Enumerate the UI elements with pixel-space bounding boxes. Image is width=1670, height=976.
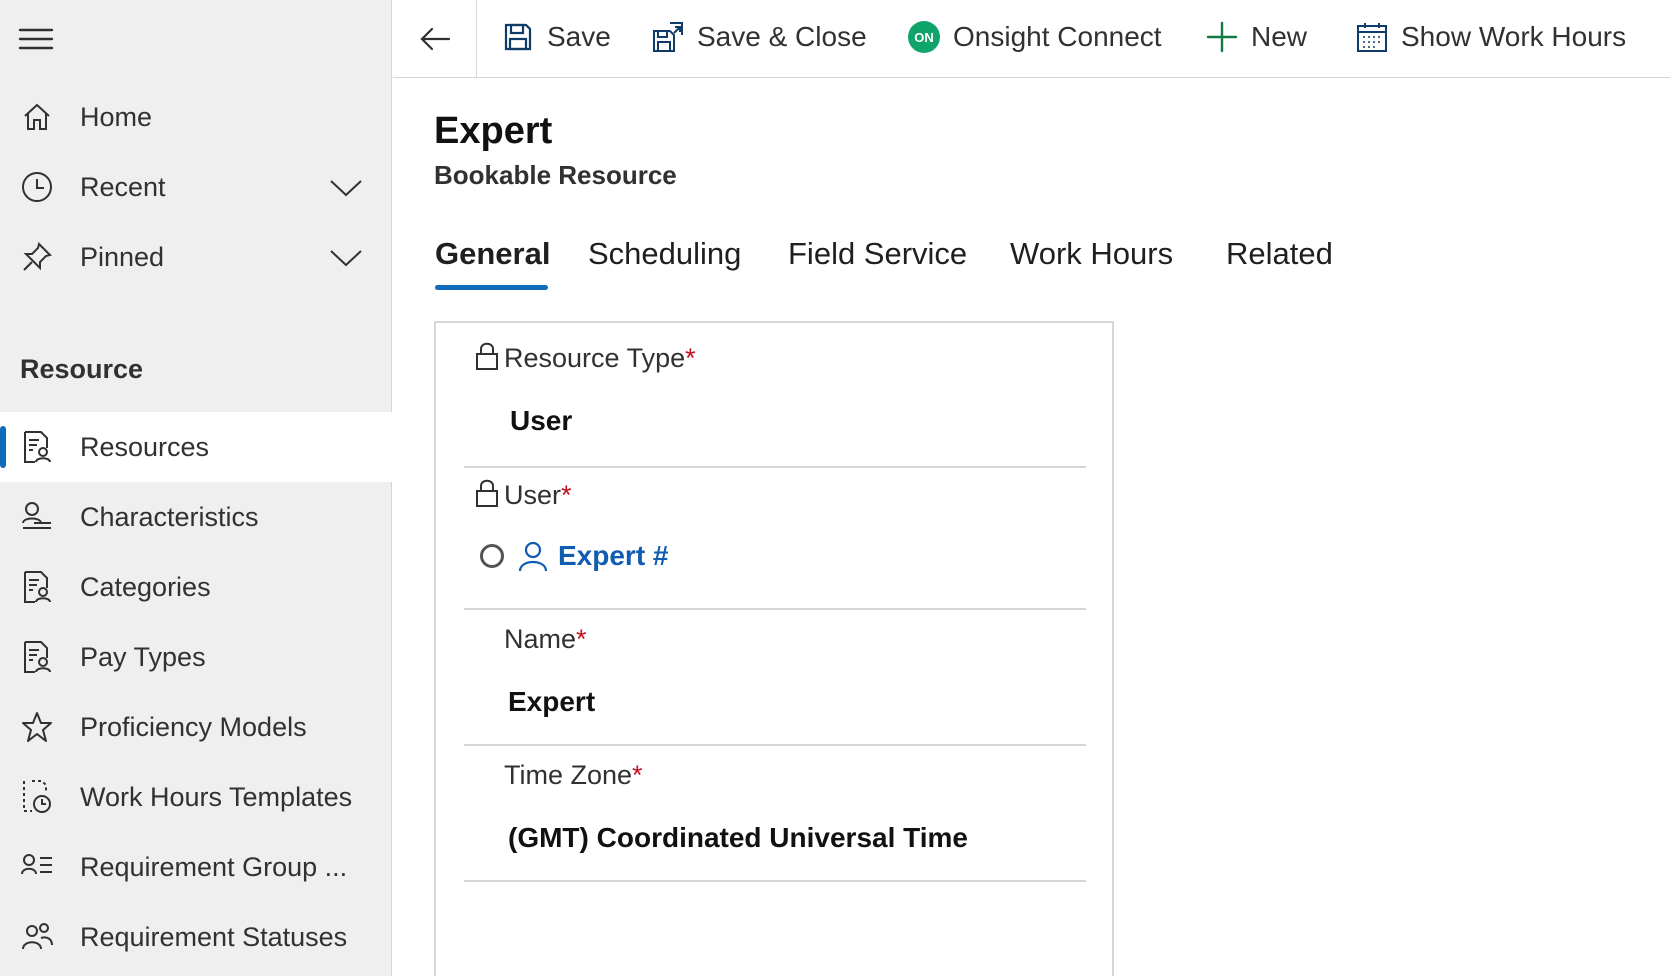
resource-type-label: Resource Type* (504, 343, 696, 374)
nav-pinned-label: Pinned (80, 241, 165, 272)
tab-work-hours[interactable]: Work Hours (1010, 236, 1173, 272)
sidebar-item-label: Resources (80, 431, 210, 462)
tab-related[interactable]: Related (1226, 236, 1333, 272)
name-label-text: Name (504, 624, 577, 654)
tab-general[interactable]: General (435, 236, 550, 272)
sidebar-item-label: Proficiency Models (80, 711, 307, 742)
time-zone-label-text: Time Zone (504, 760, 633, 790)
name-field: Name* Expert (464, 610, 1086, 746)
save-icon (501, 20, 535, 54)
sidebar-item-label: Pay Types (80, 641, 206, 672)
show-work-hours-button[interactable]: Show Work Hours (1355, 0, 1626, 74)
people-icon (19, 919, 55, 955)
required-marker: * (561, 480, 572, 510)
sidebar-item-label: Requirement Group ... (80, 851, 348, 882)
calendar-icon (1355, 20, 1389, 54)
person-badge-icon (19, 499, 55, 535)
document-clock-icon (19, 779, 55, 815)
user-field: User* Expert # (464, 468, 1086, 610)
resource-type-field: Resource Type* User (464, 323, 1086, 468)
sidebar-item-proficiency-models[interactable]: Proficiency Models (0, 692, 392, 762)
resource-document-icon (19, 429, 55, 465)
sidebar-item-characteristics[interactable]: Characteristics (0, 482, 392, 552)
tab-scheduling[interactable]: Scheduling (588, 236, 741, 272)
sidebar-item-categories[interactable]: Categories (0, 552, 392, 622)
sidebar-item-label: Categories (80, 571, 211, 602)
back-arrow-icon (419, 26, 451, 52)
pin-icon (19, 239, 55, 275)
lock-icon (474, 478, 500, 508)
sidebar-item-pay-types[interactable]: Pay Types (0, 622, 392, 692)
lock-icon (474, 341, 500, 371)
person-list-icon (19, 849, 55, 885)
sidebar-item-resources[interactable]: Resources (0, 412, 392, 482)
sidebar-item-work-hours-templates[interactable]: Work Hours Templates (0, 762, 392, 832)
onsight-connect-button-label: Onsight Connect (953, 21, 1162, 52)
required-marker: * (632, 760, 643, 790)
nav-pinned[interactable]: Pinned (0, 222, 392, 292)
hamburger-icon[interactable] (17, 24, 55, 54)
sidebar-item-requirement-group[interactable]: Requirement Group ... (0, 832, 392, 902)
nav-recent[interactable]: Recent (0, 152, 392, 222)
sidebar: Home Recent Pinned Resource Resources Ch… (0, 0, 392, 976)
user-lookup[interactable]: Expert # (480, 540, 669, 572)
new-button[interactable]: New (1205, 0, 1307, 74)
plus-icon (1205, 20, 1239, 54)
user-lookup-link[interactable]: Expert # (558, 540, 669, 572)
save-close-button[interactable]: Save & Close (651, 0, 867, 74)
sidebar-item-label: Characteristics (80, 501, 259, 532)
save-button-label: Save (547, 21, 611, 52)
resource-document-icon (19, 569, 55, 605)
name-label: Name* (504, 624, 587, 655)
nav-home-label: Home (80, 101, 153, 132)
nav-recent-label: Recent (80, 171, 166, 202)
nav-home[interactable]: Home (0, 82, 392, 152)
required-marker: * (685, 343, 696, 373)
general-form-section: Resource Type* User User* Expert # Name*… (434, 321, 1114, 976)
save-button[interactable]: Save (501, 0, 611, 74)
home-icon (19, 99, 55, 135)
sidebar-section-label: Resource (20, 354, 144, 384)
presence-status-icon (480, 544, 504, 568)
user-label: User* (504, 480, 572, 511)
person-icon (518, 540, 548, 572)
onsight-connect-button[interactable]: ON Onsight Connect (907, 0, 1162, 74)
active-tab-indicator (435, 285, 548, 290)
resource-type-value[interactable]: User (510, 405, 572, 437)
time-zone-value[interactable]: (GMT) Coordinated Universal Time (508, 822, 968, 854)
sidebar-item-label: Requirement Statuses (80, 921, 348, 952)
tab-field-service[interactable]: Field Service (788, 236, 967, 272)
resource-document-icon (19, 639, 55, 675)
save-close-button-label: Save & Close (697, 21, 867, 52)
save-close-icon (651, 20, 685, 54)
time-zone-field: Time Zone* (GMT) Coordinated Universal T… (464, 746, 1086, 882)
name-value[interactable]: Expert (508, 686, 595, 718)
resource-type-label-text: Resource Type (504, 343, 686, 373)
new-button-label: New (1251, 21, 1308, 52)
user-label-text: User (504, 480, 562, 510)
time-zone-label: Time Zone* (504, 760, 643, 791)
onsight-badge: ON (908, 21, 940, 53)
back-button[interactable] (393, 0, 477, 78)
star-icon (19, 709, 55, 745)
chevron-down-icon[interactable] (328, 239, 364, 275)
chevron-down-icon[interactable] (328, 169, 364, 205)
onsight-icon: ON (907, 20, 941, 54)
entity-subtitle: Bookable Resource (434, 160, 677, 190)
clock-icon (19, 169, 55, 205)
show-work-hours-button-label: Show Work Hours (1401, 21, 1627, 52)
sidebar-item-requirement-statuses[interactable]: Requirement Statuses (0, 902, 392, 972)
sidebar-item-label: Work Hours Templates (80, 781, 353, 812)
required-marker: * (576, 624, 587, 654)
command-bar: Save Save & Close ON Onsight Connect New… (393, 0, 1670, 78)
page-title: Expert (434, 110, 553, 152)
